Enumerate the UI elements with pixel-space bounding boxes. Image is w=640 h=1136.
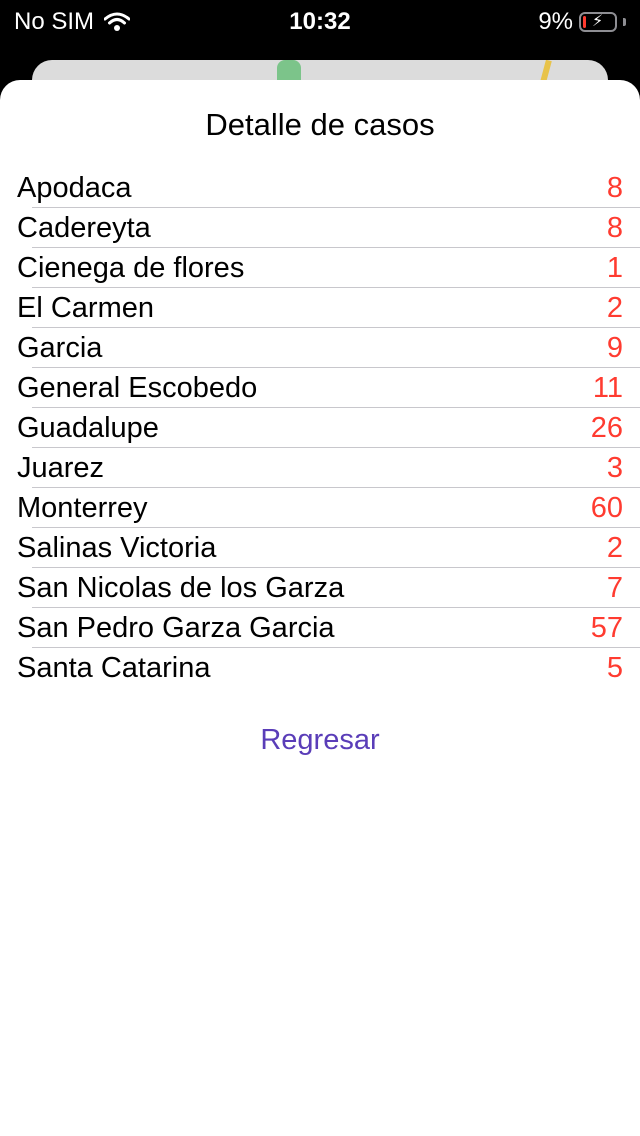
municipality-name: Garcia <box>17 332 103 364</box>
list-item: San Nicolas de los Garza 7 <box>0 568 640 608</box>
case-count: 3 <box>606 452 623 484</box>
list-item: Apodaca 8 <box>0 168 640 208</box>
municipality-name: Santa Catarina <box>17 652 211 684</box>
case-count: 26 <box>590 412 623 444</box>
status-right: 9% ⚡ <box>538 8 626 36</box>
case-count: 8 <box>606 212 623 244</box>
municipality-name: San Nicolas de los Garza <box>17 572 345 604</box>
municipality-name: Cadereyta <box>17 212 151 244</box>
case-count: 7 <box>606 572 623 604</box>
case-count: 2 <box>606 292 623 324</box>
list-item: San Pedro Garza Garcia 57 <box>0 608 640 648</box>
case-count: 8 <box>606 172 623 204</box>
list-item: General Escobedo 11 <box>0 368 640 408</box>
case-count: 9 <box>606 332 623 364</box>
municipality-name: El Carmen <box>17 292 154 324</box>
list-item: Salinas Victoria 2 <box>0 528 640 568</box>
municipality-name: Salinas Victoria <box>17 532 217 564</box>
municipality-name: Apodaca <box>17 172 132 204</box>
case-count: 57 <box>590 612 623 644</box>
municipality-name: Guadalupe <box>17 412 159 444</box>
case-count: 2 <box>606 532 623 564</box>
list-item: Cadereyta 8 <box>0 208 640 248</box>
case-detail-sheet: Detalle de casos Apodaca 8 Cadereyta 8 Ciene… <box>0 80 640 1136</box>
list-item: Cienega de flores 1 <box>0 248 640 288</box>
back-button[interactable]: Regresar <box>220 716 420 764</box>
list-item: Santa Catarina 5 <box>0 648 640 688</box>
sheet-title: Detalle de casos <box>205 107 435 142</box>
case-list: Apodaca 8 Cadereyta 8 Cienega de flores 1 El C… <box>0 168 640 688</box>
case-count: 11 <box>592 372 623 404</box>
list-item: Juarez 3 <box>0 448 640 488</box>
municipality-name: Juarez <box>17 452 105 484</box>
case-count: 5 <box>606 652 623 684</box>
list-item: Guadalupe 26 <box>0 408 640 448</box>
battery-percent: 9% <box>538 8 573 35</box>
battery-cap <box>623 18 626 26</box>
case-count: 1 <box>606 252 623 284</box>
municipality-name: San Pedro Garza Garcia <box>17 612 335 644</box>
municipality-name: Cienega de flores <box>17 252 245 284</box>
case-count: 60 <box>590 492 623 524</box>
municipality-name: Monterrey <box>17 492 148 524</box>
list-item: El Carmen 2 <box>0 288 640 328</box>
battery-charging-icon: ⚡ <box>579 12 617 32</box>
municipality-name: General Escobedo <box>17 372 258 404</box>
list-item: Monterrey 60 <box>0 488 640 528</box>
list-item: Garcia 9 <box>0 328 640 368</box>
status-bar: No SIM 10:32 9% ⚡ <box>0 0 640 40</box>
